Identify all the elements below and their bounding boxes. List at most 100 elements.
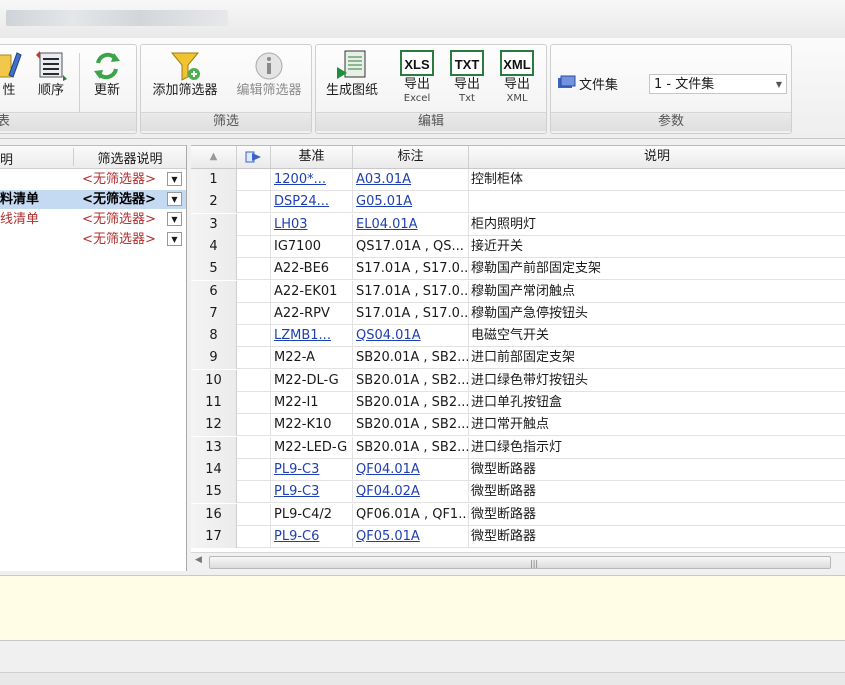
refresh-icon — [94, 52, 120, 80]
table-row[interactable]: 14 PL9-C3 QF04.01A 微型断路器 — [191, 458, 845, 481]
table-row[interactable]: 3 LH03 EL04.01A 柜内照明灯 — [191, 213, 845, 236]
fileset-select[interactable]: 1 - 文件集 ▼ — [649, 74, 787, 94]
row-marker-cell — [237, 213, 271, 236]
table-row[interactable]: 2 DSP24... G05.01A — [191, 191, 845, 214]
cell-base[interactable]: LH03 — [271, 213, 353, 236]
order-button[interactable]: 顺序 — [31, 49, 71, 99]
cell-base[interactable]: PL9-C3 — [271, 481, 353, 504]
generate-drawing-button[interactable]: 生成图纸 — [320, 49, 384, 99]
horizontal-scrollbar[interactable]: ◀ ||| — [191, 552, 845, 571]
cell-mark: S17.01A , S17.0... — [353, 258, 469, 281]
dropdown-arrow-icon[interactable]: ▼ — [167, 232, 182, 246]
filter-list-row[interactable]: <无筛选器> ▼ — [0, 170, 186, 189]
table-row[interactable]: 7 A22-RPV S17.01A , S17.0... 穆勒国产急停按钮头 — [191, 302, 845, 325]
row-marker-cell — [237, 235, 271, 258]
row-number: 14 — [191, 458, 237, 481]
filter-desc: <无筛选器> — [82, 212, 156, 227]
ribbon-group-filter: 添加筛选器 编辑筛选器 筛选 — [140, 44, 312, 134]
filter-list-header: 明 筛选器说明 — [0, 146, 186, 169]
column-header-desc[interactable]: 说明 — [469, 146, 845, 168]
table-row[interactable]: 10 M22-DL-G SB20.01A , SB2... 进口绿色带灯按钮头 — [191, 369, 845, 392]
row-marker-cell — [237, 191, 271, 214]
cell-mark[interactable]: A03.01A — [353, 169, 469, 191]
export-xml-button[interactable]: XML 导出 XML — [496, 49, 538, 104]
row-marker-cell — [237, 347, 271, 370]
cell-base[interactable]: PL9-C6 — [271, 525, 353, 548]
table-row[interactable]: 9 M22-A SB20.01A , SB2... 进口前部固定支架 — [191, 347, 845, 370]
row-number: 3 — [191, 213, 237, 236]
table-row[interactable]: 15 PL9-C3 QF04.02A 微型断路器 — [191, 481, 845, 504]
xml-file-icon: XML — [500, 50, 534, 76]
window-title-blurred — [6, 10, 228, 26]
filter-list-pane: 明 筛选器说明 <无筛选器> ▼ 料清单 <无筛选器> ▼ 线清单 <无筛选器> ▼ <无筛选器… — [0, 145, 187, 571]
cell-base: M22-LED-G — [271, 436, 353, 459]
column-header-name[interactable]: 明 — [0, 149, 72, 168]
add-filter-button[interactable]: 添加筛选器 — [145, 49, 225, 99]
cell-base: A22-BE6 — [271, 258, 353, 281]
refresh-button[interactable]: 更新 — [87, 49, 127, 99]
cell-mark[interactable]: QS04.01A — [353, 325, 469, 348]
dropdown-arrow-icon[interactable]: ▼ — [167, 212, 182, 226]
dropdown-arrow-icon[interactable]: ▼ — [167, 192, 182, 206]
cell-base[interactable]: PL9-C3 — [271, 458, 353, 481]
row-marker-cell — [237, 392, 271, 414]
cell-desc: 穆勒国产前部固定支架 — [471, 261, 602, 277]
row-marker-cell — [237, 481, 271, 504]
cell-mark[interactable]: G05.01A — [353, 191, 469, 214]
cell-desc: 穆勒国产常闭触点 — [471, 283, 576, 299]
group-caption-table: 表 — [0, 112, 136, 131]
row-marker-cell — [237, 280, 271, 303]
column-header-base[interactable]: 基准 — [271, 146, 353, 168]
scrollbar-thumb[interactable]: ||| — [209, 556, 831, 569]
cell-base: M22-DL-G — [271, 369, 353, 392]
row-number: 10 — [191, 369, 237, 392]
table-row[interactable]: 12 M22-K10 SB20.01A , SB2... 进口常开触点 — [191, 414, 845, 437]
export-excel-button[interactable]: XLS 导出 Excel — [396, 49, 438, 104]
sort-indicator[interactable]: ▲ — [191, 146, 237, 168]
column-header-filter-desc[interactable]: 筛选器说明 — [73, 148, 186, 167]
edit-filter-button[interactable]: 编辑筛选器 — [229, 49, 309, 99]
column-header-mark[interactable]: 标注 — [353, 146, 469, 168]
row-marker-cell — [237, 436, 271, 459]
cell-base[interactable]: LZMB1... — [271, 325, 353, 348]
cell-mark[interactable]: QF05.01A — [353, 525, 469, 548]
table-row[interactable]: 4 IG7100 QS17.01A , QS... 接近开关 — [191, 235, 845, 258]
table-row[interactable]: 13 M22-LED-G SB20.01A , SB2... 进口绿色指示灯 — [191, 436, 845, 459]
cell-desc: 微型断路器 — [471, 461, 537, 477]
filter-list-name: 线清单 — [0, 212, 40, 227]
filter-list-row[interactable]: 线清单 <无筛选器> ▼ — [0, 210, 186, 229]
svg-text:XLS: XLS — [404, 57, 430, 72]
cell-base[interactable]: 1200*... — [271, 169, 353, 191]
arrow-right-icon[interactable] — [237, 146, 271, 168]
row-number: 16 — [191, 503, 237, 526]
export-txt-button[interactable]: TXT 导出 Txt — [446, 49, 488, 104]
filter-list-row[interactable]: <无筛选器> ▼ — [0, 230, 186, 249]
row-marker-cell — [237, 258, 271, 281]
filter-desc: <无筛选器> — [82, 172, 156, 187]
table-row[interactable]: 16 PL9-C4/2 QF06.01A , QF1... 微型断路器 — [191, 503, 845, 526]
cell-desc: 进口前部固定支架 — [471, 350, 576, 366]
table-row[interactable]: 6 A22-EK01 S17.01A , S17.0... 穆勒国产常闭触点 — [191, 280, 845, 303]
filter-list-row[interactable]: 料清单 <无筛选器> ▼ — [0, 190, 186, 209]
funnel-icon — [170, 52, 200, 81]
table-row[interactable]: 17 PL9-C6 QF05.01A 微型断路器 — [191, 525, 845, 548]
table-row[interactable]: 8 LZMB1... QS04.01A 电磁空气开关 — [191, 325, 845, 348]
cell-mark[interactable]: QF04.02A — [353, 481, 469, 504]
cell-mark[interactable]: EL04.01A — [353, 213, 469, 236]
properties-button[interactable]: 性 — [0, 49, 23, 99]
table-row[interactable]: 1 1200*... A03.01A 控制柜体 — [191, 169, 845, 191]
properties-icon — [0, 52, 22, 78]
row-marker-cell — [237, 503, 271, 526]
row-number: 15 — [191, 481, 237, 504]
scroll-left-icon[interactable]: ◀ — [195, 555, 202, 565]
notes-panel[interactable] — [0, 575, 845, 641]
table-row[interactable]: 5 A22-BE6 S17.01A , S17.0... 穆勒国产前部固定支架 — [191, 258, 845, 281]
cell-desc: 进口绿色带灯按钮头 — [471, 372, 589, 388]
cell-base[interactable]: DSP24... — [271, 191, 353, 214]
row-number: 4 — [191, 235, 237, 258]
table-row[interactable]: 11 M22-I1 SB20.01A , SB2... 进口单孔按钮盒 — [191, 392, 845, 414]
cell-mark[interactable]: QF04.01A — [353, 458, 469, 481]
order-icon — [36, 51, 67, 81]
dropdown-arrow-icon[interactable]: ▼ — [167, 172, 182, 186]
bom-table: ▲ 基准 标注 说明 1 1200*... A03.01A 控制柜体 2 DSP24...… — [191, 145, 845, 571]
